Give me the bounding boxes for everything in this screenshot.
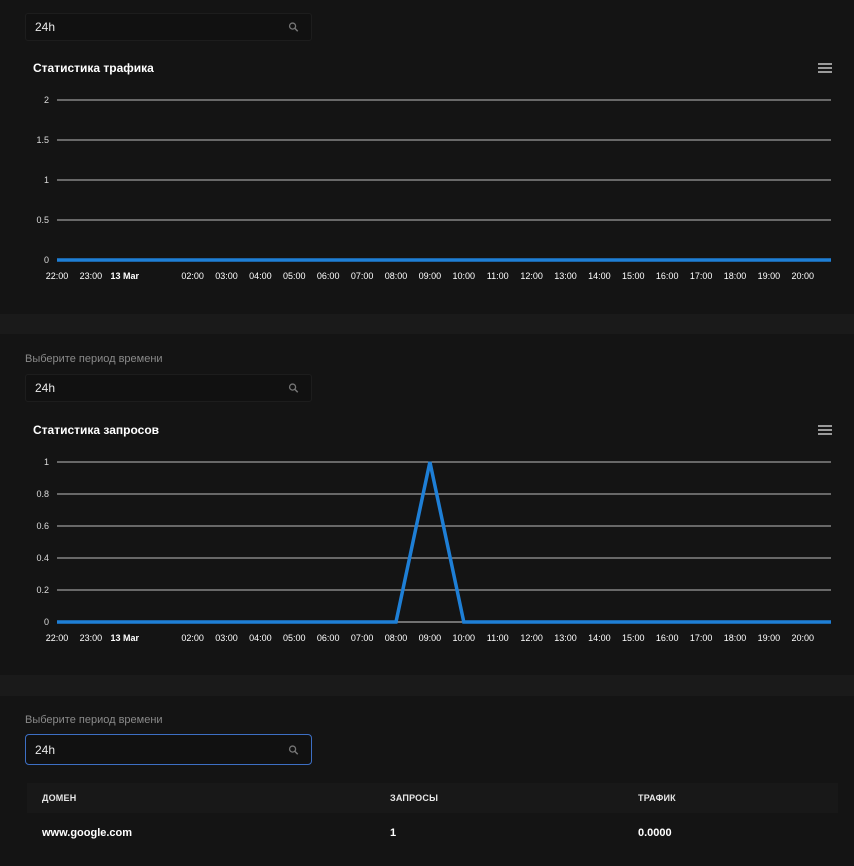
chart-title-requests: Статистика запросов bbox=[33, 423, 160, 437]
x-tick-label: 10:00 bbox=[453, 633, 476, 643]
x-tick-label: 14:00 bbox=[588, 633, 611, 643]
x-tick-label: 15:00 bbox=[622, 633, 645, 643]
x-tick-label: 09:00 bbox=[419, 633, 442, 643]
x-tick-label: 22:00 bbox=[46, 633, 69, 643]
x-tick-label: 17:00 bbox=[690, 633, 713, 643]
y-tick-label: 0.4 bbox=[36, 553, 49, 563]
chart-menu-icon[interactable] bbox=[818, 425, 832, 437]
y-tick-label: 0.6 bbox=[36, 521, 49, 531]
x-tick-label: 02:00 bbox=[181, 633, 204, 643]
requests-chart: 1 0.8 0.6 0.4 0.2 0 22:00 23:00 13 Mar 02:00 03:00… bbox=[36, 457, 831, 643]
column-header-domain[interactable]: ДОМЕН bbox=[42, 793, 76, 803]
period-select-value: 24h bbox=[35, 381, 56, 395]
x-tick-label: 11:00 bbox=[487, 633, 509, 643]
x-tick-label: 06:00 bbox=[317, 633, 340, 643]
cell-requests: 1 bbox=[390, 827, 397, 839]
search-icon bbox=[288, 383, 299, 393]
cell-domain: www.google.com bbox=[42, 827, 133, 839]
y-tick-label: 0.8 bbox=[36, 489, 49, 499]
search-icon bbox=[288, 744, 299, 755]
x-tick-label: 20:00 bbox=[792, 633, 815, 643]
period-label: Выберите период времени bbox=[25, 714, 163, 726]
x-tick-label: 04:00 bbox=[249, 633, 272, 643]
column-header-traffic[interactable]: ТРАФИК bbox=[638, 793, 676, 803]
x-tick-label: 13:00 bbox=[554, 633, 577, 643]
period-select-value: 24h bbox=[35, 742, 56, 757]
period-select-domains[interactable]: 24h bbox=[25, 734, 312, 765]
y-tick-label: 0 bbox=[44, 617, 49, 627]
x-tick-label: 19:00 bbox=[758, 633, 781, 643]
column-header-requests[interactable]: ЗАПРОСЫ bbox=[390, 793, 438, 803]
x-tick-label: 12:00 bbox=[520, 633, 543, 643]
x-tick-label: 05:00 bbox=[283, 633, 306, 643]
x-tick-label: 07:00 bbox=[351, 633, 374, 643]
x-tick-label: 18:00 bbox=[724, 633, 747, 643]
x-tick-label: 16:00 bbox=[656, 633, 679, 643]
y-tick-label: 1 bbox=[44, 457, 49, 467]
y-tick-label: 0.2 bbox=[36, 585, 49, 595]
period-select-requests[interactable]: 24h bbox=[25, 374, 312, 402]
period-label: Выберите период времени bbox=[25, 353, 163, 365]
x-tick-label: 23:00 bbox=[80, 633, 103, 643]
cell-traffic: 0.0000 bbox=[638, 827, 672, 839]
x-tick-label: 08:00 bbox=[385, 633, 408, 643]
x-tick-label: 13 Mar bbox=[111, 633, 140, 643]
x-tick-label: 03:00 bbox=[215, 633, 238, 643]
